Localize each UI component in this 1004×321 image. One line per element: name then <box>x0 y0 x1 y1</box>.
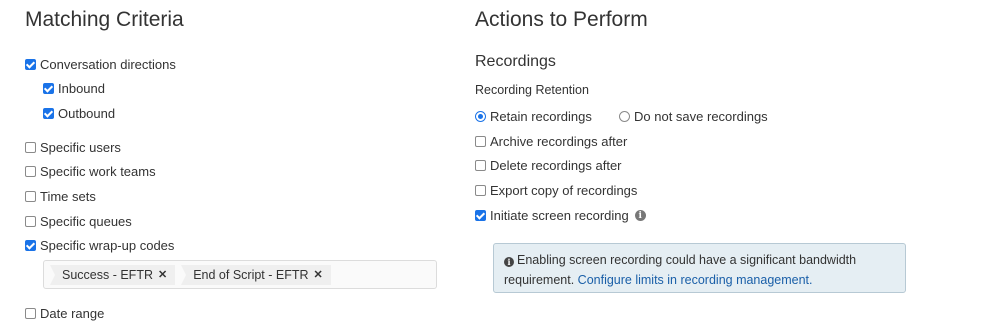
specific-work-teams-checkbox[interactable]: Specific work teams <box>25 164 156 179</box>
info-icon[interactable]: i <box>634 210 646 221</box>
screen-recording-label: Initiate screen recording <box>490 208 629 223</box>
archive-recordings-label: Archive recordings after <box>490 134 628 149</box>
date-range-label: Date range <box>40 306 105 321</box>
checkbox-box[interactable] <box>25 59 36 70</box>
time-sets-checkbox[interactable]: Time sets <box>25 189 96 204</box>
conversation-directions-checkbox[interactable]: Conversation directions <box>25 57 176 72</box>
delete-recordings-checkbox[interactable]: Delete recordings after <box>475 158 622 173</box>
export-recordings-label: Export copy of recordings <box>490 183 638 198</box>
checkbox-box[interactable] <box>475 160 486 171</box>
checkbox-box[interactable] <box>25 191 36 202</box>
export-recordings-checkbox[interactable]: Export copy of recordings <box>475 183 637 198</box>
time-sets-label: Time sets <box>40 189 96 204</box>
wrapup-tag: End of Script - EFTR ✕ <box>181 264 331 285</box>
configure-limits-link[interactable]: Configure limits in recording management… <box>578 273 813 287</box>
close-icon[interactable]: ✕ <box>158 268 167 281</box>
bandwidth-alert: i Enabling screen recording could have a … <box>493 243 906 293</box>
checkbox-box[interactable] <box>475 136 486 147</box>
do-not-save-label: Do not save recordings <box>634 109 768 124</box>
inbound-checkbox[interactable]: Inbound <box>43 81 105 96</box>
radio-button[interactable] <box>475 111 486 122</box>
delete-recordings-label: Delete recordings after <box>490 158 622 173</box>
archive-recordings-checkbox[interactable]: Archive recordings after <box>475 134 627 149</box>
wrapup-tag-label: End of Script - EFTR <box>193 267 309 282</box>
radio-button[interactable] <box>619 111 630 122</box>
matching-criteria-title: Matching Criteria <box>25 8 184 31</box>
checkbox-box[interactable] <box>25 240 36 251</box>
date-range-checkbox[interactable]: Date range <box>25 306 104 321</box>
specific-wrapup-codes-label: Specific wrap-up codes <box>40 238 175 253</box>
checkbox-box[interactable] <box>475 185 486 196</box>
specific-work-teams-label: Specific work teams <box>40 164 156 179</box>
conversation-directions-label: Conversation directions <box>40 57 176 72</box>
checkbox-box[interactable] <box>475 210 486 221</box>
specific-users-checkbox[interactable]: Specific users <box>25 140 121 155</box>
checkbox-box[interactable] <box>25 308 36 319</box>
retain-recordings-radio[interactable]: Retain recordings <box>475 109 592 124</box>
inbound-label: Inbound <box>58 81 105 96</box>
do-not-save-radio[interactable]: Do not save recordings <box>619 109 768 124</box>
recordings-heading: Recordings <box>475 53 556 70</box>
wrapup-tag: Success - EFTR ✕ <box>50 264 176 285</box>
retain-recordings-label: Retain recordings <box>490 109 592 124</box>
wrapup-tag-label: Success - EFTR <box>62 267 153 282</box>
specific-queues-checkbox[interactable]: Specific queues <box>25 214 132 229</box>
specific-wrapup-codes-checkbox[interactable]: Specific wrap-up codes <box>25 238 174 253</box>
info-icon: i <box>504 257 514 267</box>
recording-retention-label: Recording Retention <box>475 83 589 97</box>
outbound-checkbox[interactable]: Outbound <box>43 106 115 121</box>
actions-title: Actions to Perform <box>475 8 648 31</box>
checkbox-box[interactable] <box>43 108 54 119</box>
specific-queues-label: Specific queues <box>40 214 132 229</box>
checkbox-box[interactable] <box>43 83 54 94</box>
checkbox-box[interactable] <box>25 142 36 153</box>
wrapup-codes-tag-input[interactable]: Success - EFTR ✕ End of Script - EFTR ✕ <box>43 260 437 289</box>
checkbox-box[interactable] <box>25 166 36 177</box>
screen-recording-checkbox[interactable]: Initiate screen recording i <box>475 208 646 223</box>
checkbox-box[interactable] <box>25 216 36 227</box>
specific-users-label: Specific users <box>40 140 121 155</box>
close-icon[interactable]: ✕ <box>314 268 323 281</box>
outbound-label: Outbound <box>58 106 116 121</box>
